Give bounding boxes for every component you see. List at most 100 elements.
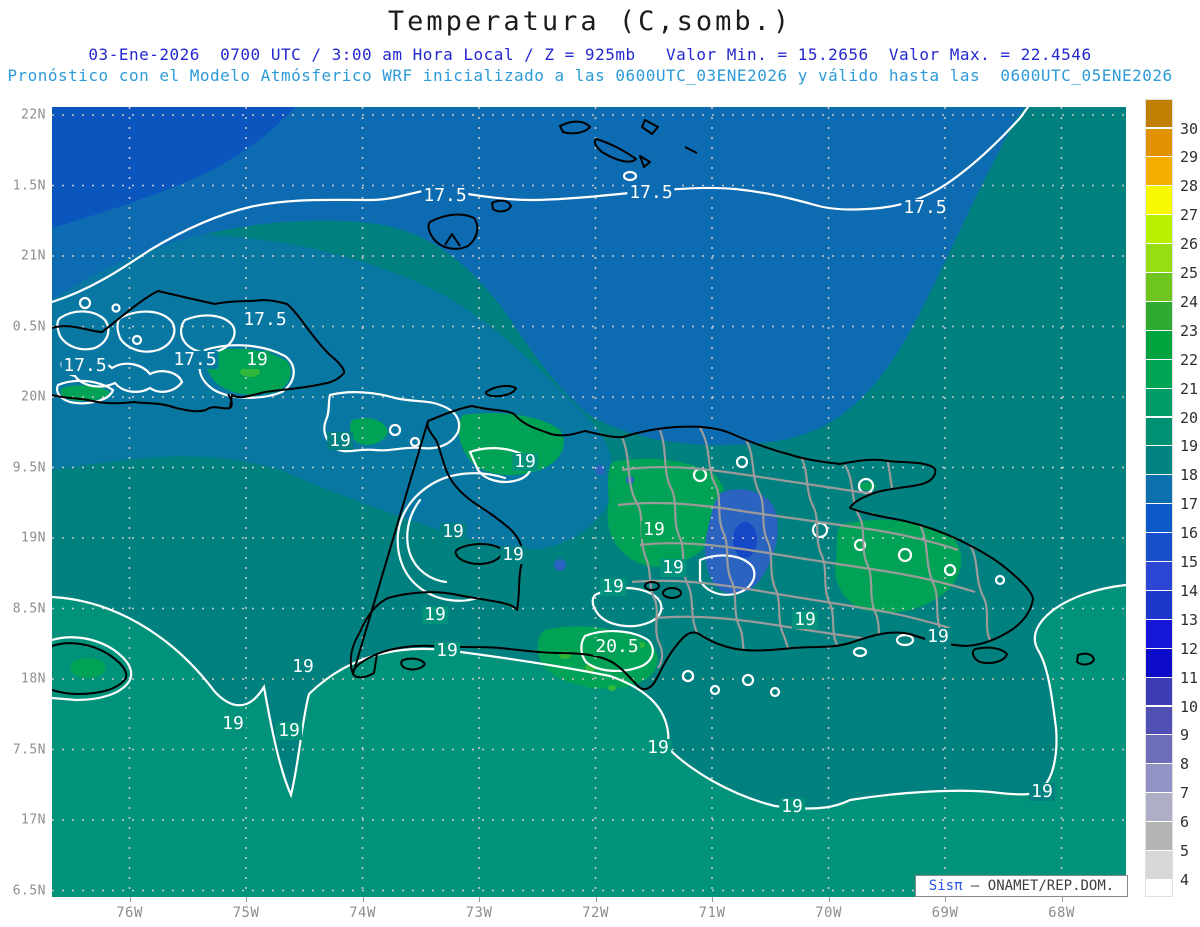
colorbar-tick-label: 6 <box>1180 813 1190 832</box>
contour-value-label: 19 <box>779 796 805 817</box>
watermark-brand: Sisπ <box>928 878 963 894</box>
lat-tick-label: 17N <box>21 812 46 828</box>
colorbar-tick-label: 7 <box>1180 784 1190 803</box>
colorbar-tick-label: 5 <box>1180 842 1190 860</box>
colorbar-segment <box>1146 186 1172 216</box>
contour-value-label: 19 <box>512 451 538 472</box>
colorbar-segment <box>1146 735 1172 765</box>
colorbar-tick-label: 27 <box>1180 206 1199 225</box>
lon-tick-label: 75W <box>232 905 260 921</box>
contour-value-label: 19 <box>440 521 466 542</box>
colorbar-segment <box>1146 446 1172 476</box>
colorbar-tick-label: 21 <box>1180 379 1199 398</box>
colorbar-tick-label: 29 <box>1180 148 1199 167</box>
lat-tick-label: 1.5N <box>12 178 46 193</box>
colorbar-tick-label: 4 <box>1180 870 1190 889</box>
lon-tick-label: 68W <box>1048 905 1075 921</box>
subtitle-valid-time: 03-Ene-2026 0700 UTC / 3:00 am Hora Loca… <box>88 45 1092 64</box>
colorbar-segment <box>1146 619 1172 649</box>
lat-tick-label: 19N <box>21 530 46 546</box>
colorbar-tick-label: 18 <box>1180 466 1199 485</box>
colorbar-tick-label: 23 <box>1180 321 1199 340</box>
colorbar-tick-label: 26 <box>1180 235 1199 254</box>
colorbar-segment <box>1146 128 1172 158</box>
colorbar-tick-label: 10 <box>1180 697 1199 716</box>
colorbar-segment <box>1146 879 1172 897</box>
colorbar-tick-label: 19 <box>1180 437 1199 456</box>
contour-value-label: 17.5 <box>901 197 949 218</box>
lat-tick-label: 0.5N <box>12 319 46 334</box>
colorbar-segment <box>1146 562 1172 591</box>
contour-value-label: 19 <box>600 576 626 597</box>
page-title: Temperatura (C,somb.) <box>387 6 793 37</box>
contour-value-label: 19 <box>220 713 246 734</box>
colorbar-tick-label: 30 <box>1180 119 1199 138</box>
lon-tick-mark <box>246 897 247 902</box>
colorbar-segment <box>1146 677 1172 707</box>
contour-value-label: 19 <box>660 557 686 578</box>
colorbar-tick-label: 14 <box>1180 581 1199 600</box>
colorbar-segment <box>1146 764 1172 794</box>
colorbar-segment <box>1146 215 1172 245</box>
map-canvas <box>52 107 1126 897</box>
colorbar-tick-label: 13 <box>1180 610 1199 629</box>
colorbar-segment <box>1146 475 1172 505</box>
lon-tick-mark <box>712 897 713 902</box>
lon-tick-mark <box>945 897 946 902</box>
contour-value-label: 19 <box>645 737 671 758</box>
contour-value-label: 19 <box>327 430 353 451</box>
lon-tick-label: 73W <box>465 905 493 921</box>
colorbar-tick-label: 24 <box>1180 292 1199 311</box>
colorbar-tick-label: 28 <box>1180 177 1199 196</box>
lon-tick-label: 72W <box>582 905 609 921</box>
lat-tick-label: 7.5N <box>12 742 46 757</box>
contour-value-label: 19 <box>1029 781 1055 802</box>
lon-tick-label: 71W <box>698 905 726 921</box>
lon-tick-mark <box>129 897 131 902</box>
lon-tick-label: 69W <box>931 905 959 921</box>
weather-map-figure: Temperatura (C,somb.) 03-Ene-2026 0700 U… <box>0 0 1200 927</box>
colorbar-segment <box>1146 590 1172 620</box>
contour-value-label: 17.5 <box>61 355 109 376</box>
colorbar-segment <box>1146 706 1172 736</box>
contour-value-label: 19 <box>641 519 667 540</box>
contour-value-label: 19 <box>276 720 302 741</box>
colorbar-segment <box>1146 504 1172 534</box>
contour-value-label: 17.5 <box>627 182 675 203</box>
lon-tick-mark <box>1061 897 1063 902</box>
contour-value-label: 20.5 <box>593 636 641 657</box>
colorbar-tick-label: 17 <box>1180 495 1199 514</box>
lat-tick-label: 18N <box>21 671 46 687</box>
lon-tick-mark <box>828 897 830 902</box>
colorbar-tick-label: 15 <box>1180 553 1199 571</box>
colorbar-tick-label: 9 <box>1180 726 1190 745</box>
lon-tick-label: 74W <box>349 905 376 921</box>
contour-value-label: 17.5 <box>241 309 289 330</box>
contour-value-label: 19 <box>244 349 270 370</box>
colorbar-tick-label: 8 <box>1180 755 1190 774</box>
lon-tick-mark <box>479 897 480 902</box>
temperature-shading <box>52 107 1126 897</box>
contour-value-label: 19 <box>422 604 448 625</box>
lat-tick-label: 21N <box>21 248 46 264</box>
contour-value-label: 19 <box>500 544 526 565</box>
lon-tick-mark <box>595 897 597 902</box>
colorbar-segment <box>1146 157 1172 187</box>
colorbar-segment <box>1146 417 1172 447</box>
lon-tick-mark <box>362 897 364 902</box>
colorbar-segment <box>1146 359 1172 389</box>
contour-value-label: 19 <box>792 609 818 630</box>
contour-value-label: 17.5 <box>421 185 469 206</box>
contour-value-label: 19 <box>434 640 460 661</box>
colorbar-segment <box>1146 244 1172 273</box>
colorbar-tick-label: 12 <box>1180 639 1199 658</box>
contour-value-label: 19 <box>925 626 951 647</box>
colorbar-segment <box>1146 99 1172 129</box>
colorbar-segment <box>1146 793 1172 823</box>
lon-tick-label: 76W <box>116 905 143 921</box>
colorbar-tick-label: 16 <box>1180 524 1199 543</box>
watermark-text: – ONAMET/REP.DOM. <box>962 878 1115 894</box>
lon-tick-label: 70W <box>815 905 842 921</box>
colorbar-segment <box>1146 273 1172 302</box>
colorbar-tick-label: 25 <box>1180 264 1199 282</box>
